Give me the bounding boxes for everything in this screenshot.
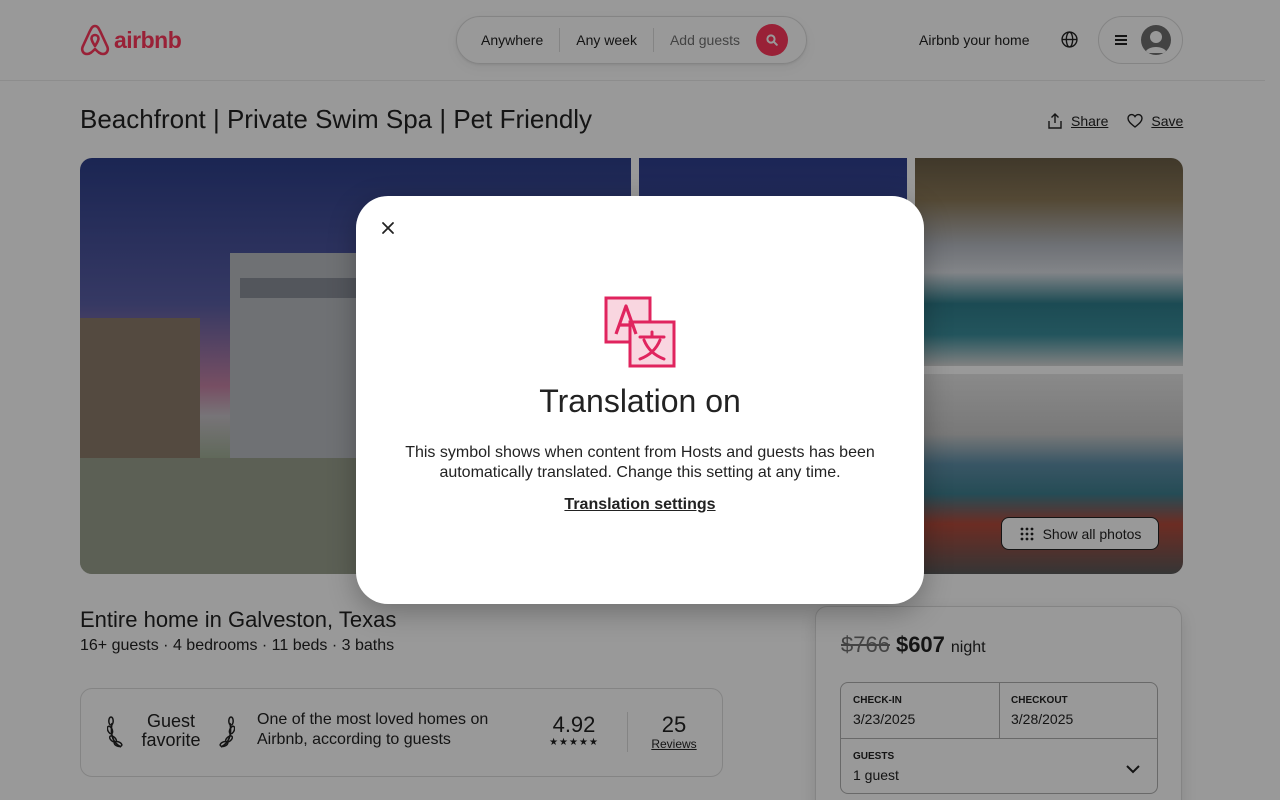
- translation-modal: Translation on This symbol shows when co…: [356, 196, 924, 604]
- translate-icon: [604, 296, 676, 368]
- translation-settings-link[interactable]: Translation settings: [356, 495, 924, 515]
- close-button[interactable]: [376, 216, 400, 240]
- modal-title: Translation on: [539, 383, 741, 419]
- modal-body: This symbol shows when content from Host…: [405, 444, 875, 481]
- close-icon: [382, 222, 394, 234]
